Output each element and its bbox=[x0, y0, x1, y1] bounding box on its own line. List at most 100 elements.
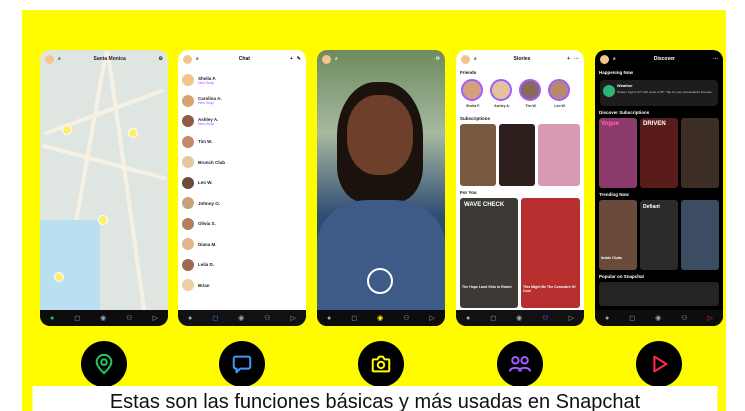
friend-story[interactable] bbox=[519, 79, 541, 101]
chat-row[interactable]: Brunch Club bbox=[182, 152, 302, 172]
discover-screen[interactable]: ⌕ Discover ⋯ Happening Now Weather Today… bbox=[595, 50, 723, 326]
avatar[interactable] bbox=[461, 54, 470, 64]
camera-tab-icon[interactable]: ◉ bbox=[238, 314, 244, 322]
spotlight-tab-icon[interactable]: ▷ bbox=[708, 314, 713, 322]
contact-avatar bbox=[182, 279, 194, 291]
map-tab-icon[interactable]: ● bbox=[327, 315, 331, 322]
bottom-nav: ● ◻ ◉ ⚇ ▷ bbox=[456, 310, 584, 326]
discover-tile[interactable] bbox=[681, 118, 719, 188]
map-tab-icon[interactable]: ● bbox=[188, 315, 192, 322]
avatar[interactable] bbox=[45, 54, 54, 64]
camera-screen[interactable]: ⌕ ⟳ ● ◻ ◉ ⚇ ▷ bbox=[317, 50, 445, 326]
map-tab-icon[interactable]: ● bbox=[466, 315, 470, 322]
spotlight-tab-icon[interactable]: ▷ bbox=[430, 314, 435, 322]
avatar[interactable] bbox=[322, 54, 331, 64]
map-tab-icon[interactable]: ● bbox=[50, 315, 54, 322]
camera-tab-icon[interactable]: ◉ bbox=[100, 314, 106, 322]
friend-pin[interactable] bbox=[62, 125, 72, 135]
contact-status: New Snap bbox=[198, 121, 215, 126]
contact-name: Olivia S. bbox=[198, 221, 216, 226]
search-icon[interactable]: ⌕ bbox=[335, 56, 338, 62]
chat-row[interactable]: Tim W. bbox=[182, 132, 302, 152]
friend-pin[interactable] bbox=[128, 128, 138, 138]
map-header: ⌕ Santa Monica ⚙ bbox=[40, 50, 168, 68]
search-icon[interactable]: ⌕ bbox=[58, 56, 61, 62]
trending-tile[interactable] bbox=[681, 200, 719, 270]
stories-tab-button[interactable] bbox=[497, 341, 543, 387]
new-chat-icon[interactable]: ✎ bbox=[297, 56, 301, 62]
subscription-tile[interactable] bbox=[460, 124, 496, 186]
chat-row[interactable]: Olivia S. bbox=[182, 214, 302, 234]
weather-title: Weather bbox=[617, 83, 633, 88]
spotlight-tab-icon[interactable]: ▷ bbox=[569, 314, 574, 322]
chat-screen[interactable]: ⌕ Chat + ✎ Sheila F. New Snap Carolina A. N… bbox=[178, 50, 306, 326]
chat-tab-icon[interactable]: ◻ bbox=[351, 314, 357, 322]
more-icon[interactable]: ⋯ bbox=[713, 56, 718, 62]
snapchat-overview-banner: ⌕ Santa Monica ⚙ ● ◻ ◉ ⚇ ▷ ⌕ Chat + ✎ Sh… bbox=[22, 10, 726, 411]
contact-avatar bbox=[182, 238, 194, 250]
camera-tab-icon[interactable]: ◉ bbox=[377, 314, 383, 322]
spotlight-tab-button[interactable] bbox=[636, 341, 682, 387]
friend-story[interactable] bbox=[490, 79, 512, 101]
stories-tab-icon[interactable]: ⚇ bbox=[403, 314, 409, 322]
for-you-tile[interactable] bbox=[460, 198, 518, 308]
friend-story[interactable] bbox=[461, 79, 483, 101]
subscription-tile[interactable] bbox=[499, 124, 535, 186]
discover-tile[interactable] bbox=[599, 118, 637, 188]
friends-label: Friends bbox=[460, 70, 477, 75]
chat-tab-icon[interactable]: ◻ bbox=[490, 314, 496, 322]
search-icon[interactable]: ⌕ bbox=[613, 56, 616, 62]
chat-tab-icon[interactable]: ◻ bbox=[74, 314, 80, 322]
search-icon[interactable]: ⌕ bbox=[196, 56, 199, 62]
stories-tab-icon[interactable]: ⚇ bbox=[264, 314, 270, 322]
trending-tile[interactable] bbox=[640, 200, 678, 270]
chat-row[interactable]: Leila D. bbox=[182, 255, 302, 275]
friend-name: Leo W. bbox=[554, 104, 566, 108]
map-screen[interactable]: ⌕ Santa Monica ⚙ ● ◻ ◉ ⚇ ▷ bbox=[40, 50, 168, 326]
stories-tab-icon[interactable]: ⚇ bbox=[126, 314, 132, 322]
chat-row[interactable]: Leo W. bbox=[182, 173, 302, 193]
add-friend-icon[interactable]: + bbox=[567, 56, 570, 62]
for-you-tile-title: WAVE CHECK bbox=[464, 202, 505, 208]
camera-tab-icon[interactable]: ◉ bbox=[516, 314, 522, 322]
spotlight-tab-icon[interactable]: ▷ bbox=[291, 314, 296, 322]
search-icon[interactable]: ⌕ bbox=[474, 56, 477, 62]
flip-camera-icon[interactable]: ⟳ bbox=[436, 56, 440, 62]
contact-name: Brian bbox=[198, 282, 210, 288]
discover-header: ⌕ Discover ⋯ bbox=[595, 50, 723, 68]
stories-tab-icon[interactable]: ⚇ bbox=[681, 314, 687, 322]
camera-tab-icon[interactable]: ◉ bbox=[655, 314, 661, 322]
happening-now-label: Happening Now bbox=[599, 70, 633, 75]
settings-icon[interactable]: ⚙ bbox=[159, 56, 163, 62]
chat-row[interactable]: Carolina A. New Snap bbox=[182, 91, 302, 111]
avatar[interactable] bbox=[600, 54, 609, 64]
friend-pin[interactable] bbox=[54, 272, 64, 282]
contact-avatar bbox=[182, 94, 194, 107]
avatar[interactable] bbox=[183, 54, 192, 64]
chat-row[interactable]: Diana M. bbox=[182, 234, 302, 254]
map-tab-button[interactable] bbox=[81, 341, 127, 387]
contact-name: Johnny O. bbox=[198, 200, 221, 206]
chat-row[interactable]: Johnny O. bbox=[182, 193, 302, 213]
friend-pin[interactable] bbox=[98, 215, 108, 225]
chat-tab-icon[interactable]: ◻ bbox=[629, 314, 635, 322]
chat-row[interactable]: Ashley A. New Snap bbox=[182, 111, 302, 131]
shutter-button[interactable] bbox=[367, 268, 393, 294]
subscription-tile[interactable] bbox=[538, 124, 580, 186]
discover-tile[interactable] bbox=[640, 118, 678, 188]
map-tab-icon[interactable]: ● bbox=[605, 315, 609, 322]
spotlight-tab-icon[interactable]: ▷ bbox=[153, 314, 158, 322]
trending-tile-title: Defiant bbox=[643, 204, 660, 210]
chat-row[interactable]: Sheila F. New Snap bbox=[182, 70, 302, 90]
camera-tab-button[interactable] bbox=[358, 341, 404, 387]
chat-row[interactable]: Brian bbox=[182, 275, 302, 295]
more-icon[interactable]: ⋯ bbox=[574, 56, 579, 62]
chat-tab-icon[interactable]: ◻ bbox=[212, 314, 218, 322]
stories-tab-icon[interactable]: ⚇ bbox=[542, 314, 548, 322]
popular-tile[interactable] bbox=[599, 282, 719, 306]
add-friend-icon[interactable]: + bbox=[290, 56, 293, 62]
friend-story[interactable] bbox=[548, 79, 570, 101]
stories-screen[interactable]: ⌕ Stories + ⋯ Friends Sheila F. Ashley A.… bbox=[456, 50, 584, 326]
play-icon bbox=[653, 355, 668, 373]
chat-tab-button[interactable] bbox=[219, 341, 265, 387]
